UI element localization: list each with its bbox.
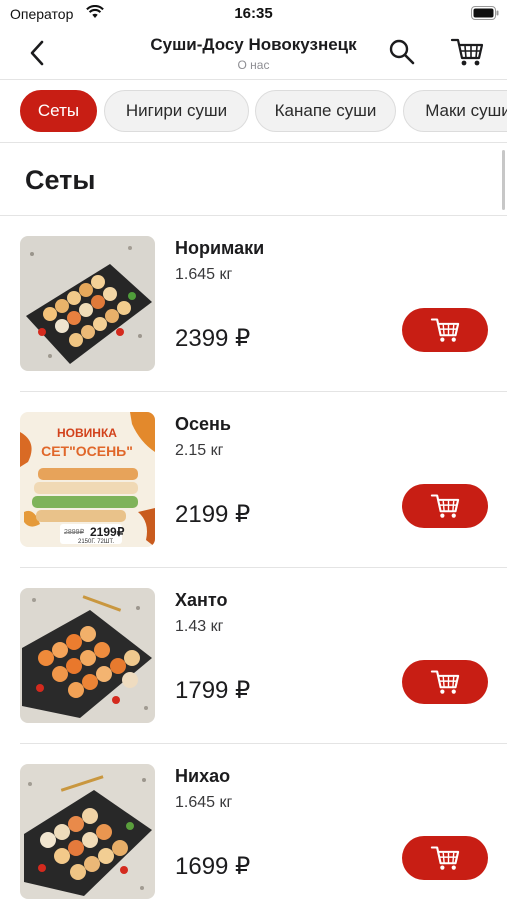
add-to-cart-button[interactable] — [402, 836, 488, 880]
product-name: Осень — [175, 414, 231, 434]
scrollbar[interactable] — [502, 150, 505, 210]
promo-details: 2150Г. 72ШТ. — [78, 539, 114, 545]
product-row[interactable]: Норимаки 1.645 кг 2399 ₽ — [0, 216, 507, 392]
product-weight: 2.15 кг — [175, 442, 224, 459]
product-row[interactable]: Нихао 1.645 кг 1699 ₽ — [0, 744, 507, 900]
product-image: НОВИНКА СЕТ"ОСЕНЬ" 2899₽ 2199₽ 2150Г. 72… — [20, 412, 155, 547]
cart-icon — [430, 318, 460, 342]
product-row[interactable]: НОВИНКА СЕТ"ОСЕНЬ" 2899₽ 2199₽ 2150Г. 72… — [0, 392, 507, 568]
clock: 16:35 — [234, 5, 273, 22]
promo-title: СЕТ"ОСЕНЬ" — [41, 443, 133, 459]
category-tab-canape[interactable]: Канапе суши — [255, 90, 396, 132]
add-to-cart-button[interactable] — [402, 308, 488, 352]
product-weight: 1.43 кг — [175, 618, 224, 635]
status-bar: Оператор 16:35 — [0, 0, 507, 28]
product-image — [20, 764, 155, 899]
cart-icon[interactable] — [450, 36, 484, 68]
product-name: Норимаки — [175, 238, 265, 258]
product-price: 1799 ₽ — [175, 677, 251, 704]
product-price: 2199 ₽ — [175, 501, 251, 528]
add-to-cart-button[interactable] — [402, 660, 488, 704]
restaurant-title: Суши-Досу Новокузнецк — [150, 35, 357, 54]
category-tab-nigiri[interactable]: Нигири суши — [104, 90, 249, 132]
cart-icon — [430, 846, 460, 870]
category-tab-maki[interactable]: Маки суши — [403, 90, 507, 132]
promo-new-price: 2199₽ — [90, 525, 125, 539]
navigation-bar: Суши-Досу Новокузнецк О нас — [0, 28, 507, 80]
section-title: Сеты — [25, 165, 96, 195]
product-price: 2399 ₽ — [175, 325, 251, 352]
product-weight: 1.645 кг — [175, 266, 233, 283]
product-row[interactable]: Ханто 1.43 кг 1799 ₽ — [0, 568, 507, 744]
category-tabs: Сеты Нигири суши Канапе суши Маки суши — [0, 80, 507, 143]
about-link[interactable]: О нас — [0, 58, 507, 72]
promo-badge: НОВИНКА — [57, 426, 117, 440]
product-image — [20, 236, 155, 371]
cart-icon — [430, 494, 460, 518]
product-name: Нихао — [175, 766, 231, 786]
promo-old-price: 2899₽ — [64, 528, 85, 536]
product-name: Ханто — [175, 590, 228, 610]
battery-icon — [471, 6, 499, 20]
cart-icon — [430, 670, 460, 694]
search-icon[interactable] — [388, 38, 416, 66]
product-price: 1699 ₽ — [175, 853, 251, 880]
product-weight: 1.645 кг — [175, 794, 233, 811]
add-to-cart-button[interactable] — [402, 484, 488, 528]
product-image — [20, 588, 155, 723]
category-tab-sets[interactable]: Сеты — [20, 90, 97, 132]
